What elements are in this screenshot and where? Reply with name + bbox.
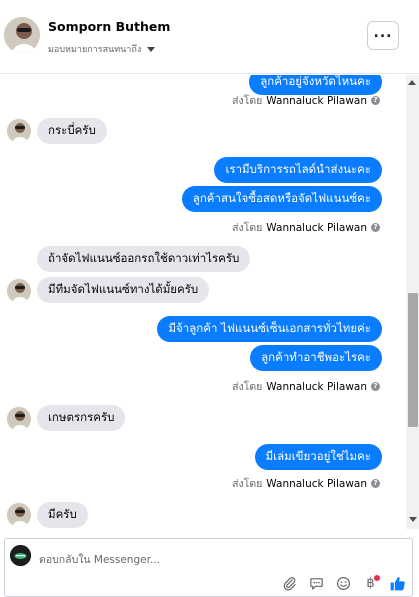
sent-by-prefix: ส่งโดย <box>232 222 263 234</box>
scroll-down-icon[interactable] <box>409 517 417 522</box>
contact-avatar-small <box>7 407 31 431</box>
contact-avatar-small <box>7 279 31 303</box>
sent-by-label: ส่งโดย Wannaluck Pilawan ? <box>232 219 380 236</box>
baht-icon[interactable]: ฿ <box>360 573 381 594</box>
message-outgoing[interactable]: มีเล่มเขียวอยู่ใช่ไมคะ <box>254 444 382 470</box>
scrollbar-thumb[interactable] <box>408 293 418 427</box>
thumbs-up-icon[interactable] <box>387 573 408 594</box>
sender-name: Wannaluck Pilawan <box>266 94 367 107</box>
message-incoming[interactable]: ถ้าจัดไฟแนนซ์ออกรถใช้ดาวเท่าไรครับ <box>37 246 251 272</box>
contact-name[interactable]: Somporn Buthem <box>48 19 170 34</box>
paperclip-icon[interactable] <box>279 573 300 594</box>
caret-down-icon <box>147 46 156 52</box>
message-incoming[interactable]: มีทีมจัดไฟแนนซ์ทางได้มั้ยครับ <box>37 277 210 303</box>
more-icon: ... <box>373 24 393 41</box>
message-outgoing[interactable]: ลูกค้าสนใจซื้อสดหรือจัดไฟแนนซ์คะ <box>181 186 382 212</box>
reply-composer[interactable]: ตอบกลับใน Messenger... ฿ <box>4 538 413 597</box>
message-outgoing[interactable]: ลูกค้าทำอาชีพอะไรคะ <box>250 345 382 371</box>
smiley-icon[interactable] <box>333 573 354 594</box>
speech-icon[interactable] <box>306 573 327 594</box>
assign-label: มอบหมายการสนทนาถึง <box>48 45 142 55</box>
sender-name: Wannaluck Pilawan <box>266 477 367 490</box>
info-icon[interactable]: ? <box>371 96 380 105</box>
message-incoming[interactable]: กระบี่ครับ <box>37 118 107 144</box>
composer-toolbar: ฿ <box>279 573 408 594</box>
sender-name: Wannaluck Pilawan <box>266 380 367 393</box>
sent-by-label: ส่งโดย Wannaluck Pilawan ? <box>232 92 380 109</box>
more-options-button[interactable]: ... <box>367 21 399 50</box>
message-outgoing[interactable]: มีจ้าลูกค้า ไฟแนนซ์เซ็นเอกสารทั่วไทยค่ะ <box>157 316 382 342</box>
contact-avatar-small <box>7 503 31 527</box>
scroll-up-icon[interactable] <box>408 80 416 85</box>
contact-avatar[interactable] <box>4 17 40 53</box>
contact-avatar-small <box>7 119 31 143</box>
sent-by-label: ส่งโดย Wannaluck Pilawan ? <box>232 378 380 395</box>
sent-by-prefix: ส่งโดย <box>232 381 263 393</box>
message-outgoing[interactable]: เรามีบริการรถไลด์นำส่งนะคะ <box>214 157 382 183</box>
assign-conversation-dropdown[interactable]: มอบหมายการสนทนาถึง <box>48 42 156 56</box>
page-avatar <box>10 545 31 566</box>
message-incoming[interactable]: เกษตรกรครับ <box>37 405 126 431</box>
sender-name: Wannaluck Pilawan <box>266 221 367 234</box>
info-icon[interactable]: ? <box>371 382 380 391</box>
info-icon[interactable]: ? <box>371 479 380 488</box>
sent-by-prefix: ส่งโดย <box>232 95 263 107</box>
message-incoming[interactable]: มีครับ <box>37 502 88 528</box>
sent-by-label: ส่งโดย Wannaluck Pilawan ? <box>232 475 380 492</box>
info-icon[interactable]: ? <box>371 223 380 232</box>
sent-by-prefix: ส่งโดย <box>232 478 263 490</box>
reply-input[interactable]: ตอบกลับใน Messenger... <box>39 551 160 568</box>
message-thread: ลูกค้าอยู่จังหวัดไหนคะ ส่งโดย Wannaluck … <box>0 75 406 529</box>
notification-dot <box>374 575 380 581</box>
conversation-header: Somporn Buthem มอบหมายการสนทนาถึง ... <box>0 0 419 74</box>
